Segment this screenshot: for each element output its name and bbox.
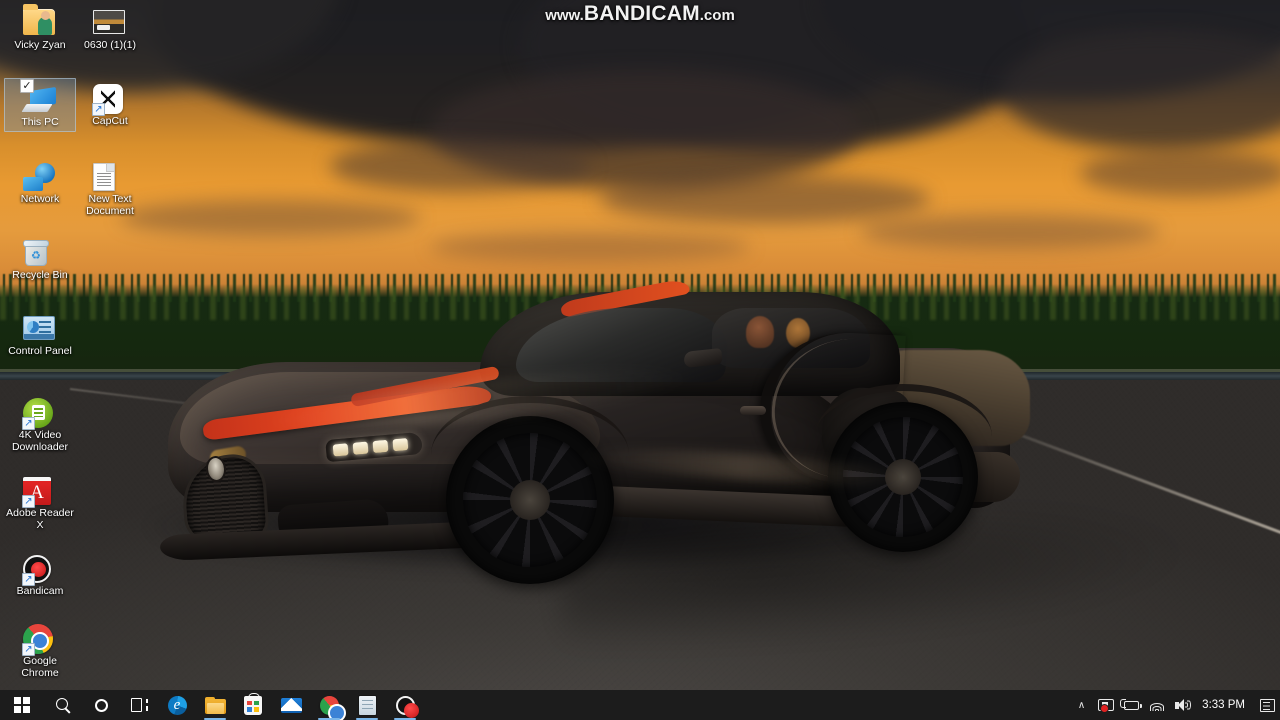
- display-projection-icon: [1098, 699, 1115, 713]
- notepad-icon: [358, 695, 376, 715]
- desktop-icon-network[interactable]: Network: [4, 156, 76, 208]
- shortcut-arrow-icon: ↗: [22, 417, 35, 430]
- desktop-icon-recycle-bin[interactable]: ♻ Recycle Bin: [4, 232, 76, 284]
- taskbar: ∧ 3:33 PM: [0, 690, 1280, 720]
- desktop-icon-control-panel[interactable]: Control Panel: [4, 308, 76, 360]
- battery-tray-button[interactable]: [1119, 690, 1144, 720]
- car-door-handle: [740, 406, 766, 415]
- desktop-icon-label: Network: [20, 193, 60, 205]
- google-chrome-icon: ↗: [22, 621, 57, 656]
- desktop-icon-this-pc[interactable]: ✓ This PC: [4, 78, 76, 132]
- wallpaper-sports-car: [150, 276, 1030, 584]
- shortcut-arrow-icon: ↗: [22, 495, 35, 508]
- cloud-shape: [330, 140, 590, 192]
- google-chrome-button[interactable]: [310, 690, 348, 720]
- car-occupant: [746, 316, 774, 348]
- desktop-screen: www.BANDICAM.com Vicky Zyan 0630 (1)(1) …: [0, 0, 1280, 720]
- desktop-icon-bandicam[interactable]: ↗ Bandicam: [4, 548, 76, 600]
- microsoft-edge-button[interactable]: [158, 690, 196, 720]
- cloud-shape: [430, 232, 750, 262]
- store-icon: [244, 692, 262, 715]
- bandicam-watermark: www.BANDICAM.com: [0, 2, 1280, 26]
- task-view-button[interactable]: [120, 690, 158, 720]
- shortcut-arrow-icon: ↗: [22, 573, 35, 586]
- desktop-icon-vicky-zyan[interactable]: Vicky Zyan: [4, 2, 76, 54]
- mail-icon: [280, 697, 302, 713]
- desktop-icon-grid: Vicky Zyan 0630 (1)(1) ✓ This PC ↗ CapCu…: [0, 0, 160, 690]
- recycle-bin-icon: ♻: [23, 235, 57, 269]
- control-panel-icon: [23, 311, 57, 345]
- desktop-icon-google-chrome[interactable]: ↗ Google Chrome: [4, 618, 76, 681]
- image-thumbnail-icon: [93, 5, 127, 39]
- desktop-icon-4k-video-downloader[interactable]: ↗ 4K Video Downloader: [4, 392, 76, 455]
- car-front-wheel: [430, 395, 630, 584]
- cortana-circle-icon: [94, 698, 108, 712]
- cloud-shape: [1080, 150, 1280, 196]
- action-center-icon: [1259, 698, 1275, 712]
- system-tray: ∧ 3:33 PM: [1070, 690, 1280, 720]
- desktop-icon-new-text-document[interactable]: New Text Document: [74, 156, 146, 219]
- volume-tray-button[interactable]: [1170, 690, 1196, 720]
- search-icon: [55, 697, 71, 713]
- microsoft-store-button[interactable]: [234, 690, 272, 720]
- tray-overflow-button[interactable]: ∧: [1070, 700, 1093, 711]
- start-button[interactable]: [0, 690, 44, 720]
- volume-icon: [1175, 698, 1191, 712]
- action-center-button[interactable]: [1254, 690, 1280, 720]
- search-button[interactable]: [44, 690, 82, 720]
- text-document-icon: [93, 159, 127, 193]
- cloud-shape: [120, 200, 420, 236]
- windows-logo-icon: [14, 697, 30, 713]
- wifi-icon: [1149, 699, 1165, 711]
- mail-button[interactable]: [272, 690, 310, 720]
- desktop-icon-label: Bandicam: [16, 585, 64, 597]
- desktop-icon-label: Adobe Reader X: [6, 507, 74, 531]
- taskbar-buttons: [0, 690, 424, 720]
- desktop-icon-capcut[interactable]: ↗ CapCut: [74, 78, 146, 130]
- capcut-icon: ↗: [92, 81, 127, 116]
- desktop-icon-label: Control Panel: [8, 345, 72, 357]
- desktop-icon-label: New Text Document: [86, 193, 134, 217]
- clock-time[interactable]: 3:33 PM: [1196, 690, 1254, 720]
- desktop-icon-adobe-reader-x[interactable]: ↗ Adobe Reader X: [4, 470, 76, 533]
- cloud-shape: [860, 215, 1160, 249]
- cloud-shape: [600, 175, 930, 223]
- edge-icon: [167, 695, 187, 715]
- bandicam-icon: ↗: [22, 551, 57, 586]
- adobe-reader-icon: ↗: [22, 473, 57, 508]
- desktop-icon-label: 0630 (1)(1): [84, 39, 136, 51]
- task-view-icon: [130, 698, 148, 712]
- bandicam-record-icon: [395, 695, 419, 718]
- notepad-button[interactable]: [348, 690, 386, 720]
- desktop-icon-0630[interactable]: 0630 (1)(1): [74, 2, 146, 54]
- shortcut-arrow-icon: ↗: [92, 103, 105, 116]
- this-pc-icon: ✓: [20, 79, 57, 116]
- network-icon: [23, 159, 57, 193]
- desktop-wallpaper: [0, 0, 1280, 720]
- selection-checkbox[interactable]: ✓: [20, 79, 34, 93]
- file-explorer-icon: [204, 696, 226, 714]
- desktop-icon-label: Vicky Zyan: [14, 39, 66, 51]
- cortana-button[interactable]: [82, 690, 120, 720]
- 4k-video-downloader-icon: ↗: [22, 395, 57, 430]
- watermark-brand: BANDICAM: [583, 2, 700, 25]
- folder-user-icon: [23, 4, 57, 39]
- file-explorer-button[interactable]: [196, 690, 234, 720]
- bandicam-button[interactable]: [386, 690, 424, 720]
- watermark-prefix: www.: [545, 7, 584, 24]
- network-tray-button[interactable]: [1144, 690, 1170, 720]
- display-projection-tray-button[interactable]: [1093, 690, 1119, 720]
- desktop-icon-label: CapCut: [92, 115, 128, 127]
- desktop-icon-label: Recycle Bin: [12, 269, 68, 281]
- desktop-icon-label: Google Chrome: [21, 655, 59, 679]
- desktop-icon-label: This PC: [21, 116, 59, 128]
- desktop-icon-label: 4K Video Downloader: [11, 429, 69, 453]
- chrome-icon: [319, 695, 346, 720]
- watermark-suffix: .com: [699, 7, 735, 24]
- shortcut-arrow-icon: ↗: [22, 643, 35, 656]
- battery-charging-icon: [1120, 698, 1143, 710]
